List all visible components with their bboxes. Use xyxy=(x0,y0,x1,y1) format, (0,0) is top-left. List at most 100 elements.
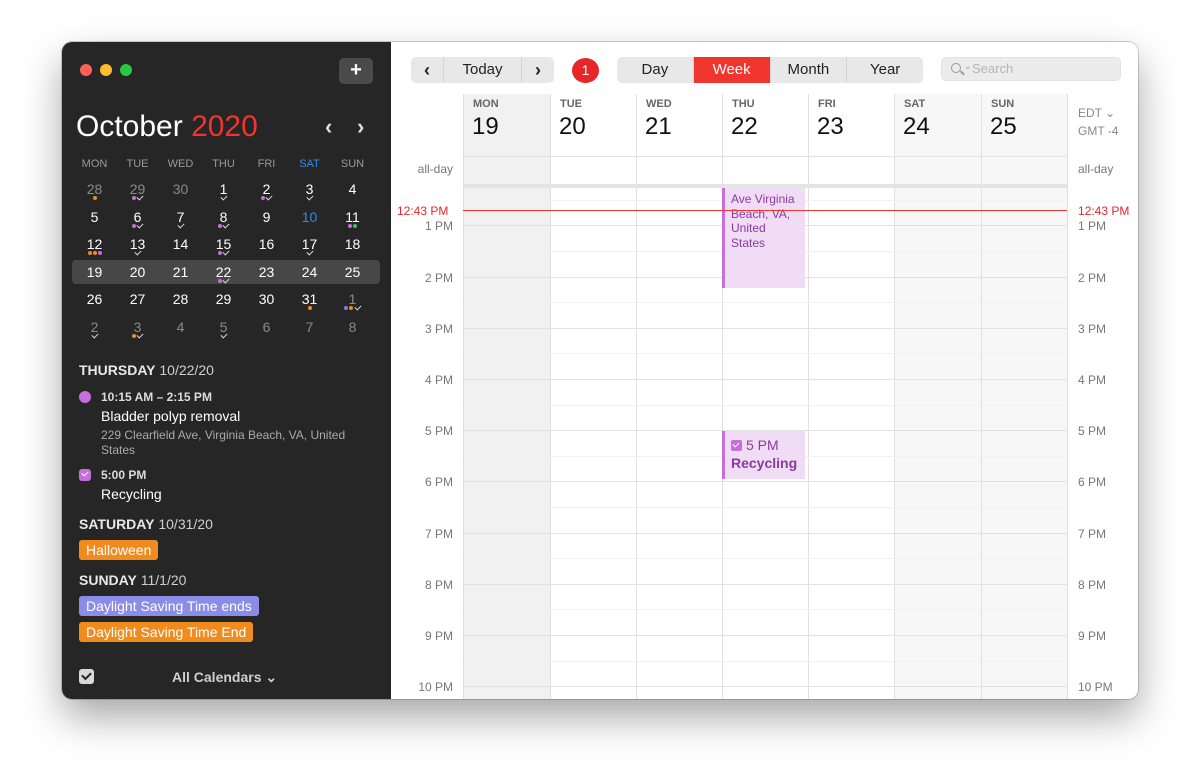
mini-day[interactable]: 3 xyxy=(116,314,159,342)
day-header-sat[interactable]: SAT 24 xyxy=(894,94,981,156)
search-field[interactable]: ⌄ xyxy=(941,57,1121,81)
mini-day[interactable]: 1 xyxy=(331,286,374,314)
mini-day[interactable]: 7 xyxy=(288,314,331,342)
mini-day[interactable]: 25 xyxy=(331,259,374,287)
day-header-tue[interactable]: TUE 20 xyxy=(550,94,636,156)
mini-day[interactable]: 13 xyxy=(116,231,159,259)
mini-day[interactable]: 27 xyxy=(116,286,159,314)
mini-day[interactable]: 18 xyxy=(331,231,374,259)
mini-day[interactable]: 8 xyxy=(331,314,374,342)
day-header-sun[interactable]: SUN 25 xyxy=(981,94,1067,156)
agenda-allday-event[interactable]: Daylight Saving Time ends xyxy=(79,596,259,616)
mini-day[interactable]: 14 xyxy=(159,231,202,259)
agenda-event-title: Recycling xyxy=(101,486,162,502)
mini-day[interactable]: 12 xyxy=(73,231,116,259)
mini-day[interactable]: 4 xyxy=(159,314,202,342)
hour-label-right: 7 PM xyxy=(1078,527,1107,541)
day-header-fri[interactable]: FRI 23 xyxy=(808,94,894,156)
mini-day[interactable]: 30 xyxy=(245,286,288,314)
add-event-button[interactable]: + xyxy=(339,58,373,84)
day-header-mon[interactable]: MON 19 xyxy=(463,94,550,156)
mini-day[interactable]: 31 xyxy=(288,286,331,314)
calendar-event-bladder-polyp[interactable]: Ave Virginia Beach, VA, United States xyxy=(722,188,805,288)
view-year-button[interactable]: Year xyxy=(847,57,923,83)
mini-day[interactable]: 28 xyxy=(73,176,116,204)
view-day-button[interactable]: Day xyxy=(617,57,694,83)
agenda-event[interactable]: 5:00 PM Recycling xyxy=(79,468,379,502)
mini-day[interactable]: 20 xyxy=(116,259,159,287)
agenda-allday-event[interactable]: Daylight Saving Time End xyxy=(79,622,254,642)
view-month-button[interactable]: Month xyxy=(771,57,848,83)
chevron-down-icon: ⌄ xyxy=(964,61,972,71)
agenda-allday-event[interactable]: Halloween xyxy=(79,540,159,560)
mini-day[interactable]: 23 xyxy=(245,259,288,287)
mini-day[interactable]: 10 xyxy=(288,204,331,232)
current-time-line xyxy=(463,210,1067,211)
mini-day[interactable]: 11 xyxy=(331,204,374,232)
search-icon xyxy=(951,63,961,73)
day-header-wed[interactable]: WED 21 xyxy=(636,94,722,156)
year-number: 2020 xyxy=(191,110,258,143)
timezone-selector[interactable]: EDT ⌄ GMT -4 xyxy=(1078,104,1118,140)
mini-day[interactable]: 21 xyxy=(159,259,202,287)
mini-day[interactable]: 29 xyxy=(202,286,245,314)
hour-label-right: 9 PM xyxy=(1078,629,1107,643)
day-header-thu[interactable]: THU 22 xyxy=(722,94,808,156)
view-week-button[interactable]: Week xyxy=(693,57,771,83)
today-button[interactable]: Today xyxy=(443,57,522,83)
calendar-event-recycling[interactable]: 5 PM Recycling xyxy=(722,431,805,479)
mini-day[interactable]: 2 xyxy=(245,176,288,204)
maximize-window-button[interactable] xyxy=(120,64,132,76)
mini-day[interactable]: 5 xyxy=(73,204,116,232)
hour-label-right: 10 PM xyxy=(1078,680,1113,694)
minimize-window-button[interactable] xyxy=(100,64,112,76)
calendars-checkbox-icon[interactable] xyxy=(79,669,94,684)
mini-next-month-button[interactable]: › xyxy=(357,114,364,140)
mini-day[interactable]: 6 xyxy=(116,204,159,232)
mini-day[interactable]: 15 xyxy=(202,231,245,259)
prev-week-button[interactable]: ‹ xyxy=(411,57,443,83)
all-calendars-menu[interactable]: All Calendars ⌄ xyxy=(172,669,277,686)
mini-day[interactable]: 29 xyxy=(116,176,159,204)
task-checkbox-icon[interactable] xyxy=(79,469,91,481)
notification-badge[interactable]: 1 xyxy=(572,58,599,83)
mini-calendar-grid: 28 29 30 1 2 3 4 5 6 7 8 9 10 11 12 13 1… xyxy=(73,176,374,341)
mini-day[interactable]: 22 xyxy=(202,259,245,287)
toolbar: ‹ Today › 1 Day Week Month Year ⌄ xyxy=(391,42,1138,94)
close-window-button[interactable] xyxy=(80,64,92,76)
next-week-button[interactable]: › xyxy=(522,57,554,83)
mini-day[interactable]: 26 xyxy=(73,286,116,314)
hour-label: 4 PM xyxy=(424,373,453,387)
mini-day[interactable]: 4 xyxy=(331,176,374,204)
search-input[interactable] xyxy=(972,61,1112,76)
mini-day[interactable]: 16 xyxy=(245,231,288,259)
hour-label: 5 PM xyxy=(424,424,453,438)
hour-label: 3 PM xyxy=(424,322,453,336)
mini-day[interactable]: 7 xyxy=(159,204,202,232)
mini-day[interactable]: 5 xyxy=(202,314,245,342)
agenda-event[interactable]: 10:15 AM – 2:15 PM Bladder polyp removal… xyxy=(79,390,379,458)
allday-label-right: all-day xyxy=(1078,162,1114,176)
mini-day[interactable]: 9 xyxy=(245,204,288,232)
agenda-event-time: 10:15 AM – 2:15 PM xyxy=(101,390,212,404)
mini-day[interactable]: 24 xyxy=(288,259,331,287)
mini-day[interactable]: 17 xyxy=(288,231,331,259)
current-time-label-right: 12:43 PM xyxy=(1078,204,1130,218)
mini-day[interactable]: 8 xyxy=(202,204,245,232)
mini-day[interactable]: 1 xyxy=(202,176,245,204)
task-checkbox-icon[interactable] xyxy=(731,440,742,451)
agenda-day-header: SATURDAY 10/31/20 xyxy=(79,516,213,532)
hour-label: 1 PM xyxy=(424,219,453,233)
mini-day[interactable]: 30 xyxy=(159,176,202,204)
event-location-text: Ave Virginia Beach, VA, United States xyxy=(731,192,795,250)
allday-top-line xyxy=(463,156,1067,157)
mini-prev-month-button[interactable]: ‹ xyxy=(325,114,332,140)
mini-day[interactable]: 28 xyxy=(159,286,202,314)
weekday-label: THU xyxy=(212,158,235,170)
mini-day[interactable]: 2 xyxy=(73,314,116,342)
mini-day[interactable]: 3 xyxy=(288,176,331,204)
mini-day[interactable]: 6 xyxy=(245,314,288,342)
mini-day-today[interactable]: 19 xyxy=(73,255,116,287)
allday-label: all-day xyxy=(417,162,453,176)
hour-label: 8 PM xyxy=(424,578,453,592)
